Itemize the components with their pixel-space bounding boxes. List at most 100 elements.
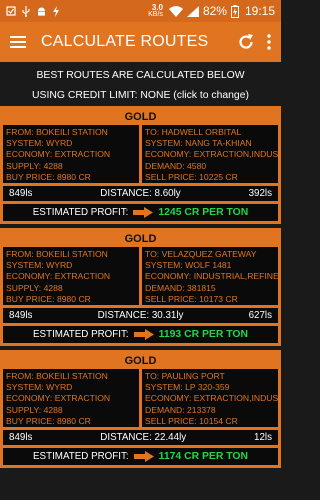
from-supply-row: SUPPLY: 4288 bbox=[6, 405, 136, 416]
route-list: GOLD FROM: BOKEILI STATION SYSTEM: WYRD … bbox=[0, 106, 281, 468]
to-sell-price-value: 10225 CR bbox=[199, 171, 238, 182]
to-label: TO: bbox=[145, 371, 160, 381]
from-label: FROM: bbox=[6, 371, 34, 381]
profit-label: ESTIMATED PROFIT: bbox=[32, 207, 129, 218]
from-buy-price-row: BUY PRICE: 8980 CR bbox=[6, 416, 136, 427]
distance-label: DISTANCE: bbox=[100, 432, 152, 443]
battery-percent: 82% bbox=[202, 4, 227, 18]
to-label: TO: bbox=[145, 249, 160, 259]
route-card[interactable]: GOLD FROM: BOKEILI STATION SYSTEM: WYRD … bbox=[0, 106, 281, 224]
route-card[interactable]: GOLD FROM: BOKEILI STATION SYSTEM: WYRD … bbox=[0, 350, 281, 468]
stations: FROM: BOKEILI STATION SYSTEM: WYRD ECONO… bbox=[3, 247, 278, 305]
to-system-row: SYSTEM: WOLF 1481 bbox=[145, 260, 275, 271]
arrow-right-icon bbox=[133, 451, 154, 462]
to-economy-value: INDUSTRIAL,REFINER bbox=[193, 271, 278, 282]
from-buy-price-row: BUY PRICE: 8980 CR bbox=[6, 294, 136, 305]
page-title: CALCULATE ROUTES bbox=[41, 33, 209, 50]
distance-label: DISTANCE: bbox=[97, 310, 150, 321]
from-economy-row: ECONOMY: EXTRACTION bbox=[6, 393, 136, 404]
to-station-name: HADWELL ORBITAL bbox=[161, 127, 242, 137]
stations: FROM: BOKEILI STATION SYSTEM: WYRD ECONO… bbox=[3, 125, 278, 183]
supply-label: SUPPLY: bbox=[6, 404, 42, 415]
from-system-value: WYRD bbox=[46, 138, 73, 149]
from-system-row: SYSTEM: WYRD bbox=[6, 260, 136, 271]
distance-row: 849ls DISTANCE: 8.60ly 392ls bbox=[3, 183, 278, 201]
route-body: FROM: BOKEILI STATION SYSTEM: WYRD ECONO… bbox=[3, 247, 278, 343]
economy-label: ECONOMY: bbox=[6, 149, 53, 160]
from-supply-value: 4288 bbox=[43, 160, 63, 171]
to-station-panel: TO: HADWELL ORBITAL SYSTEM: NANG TA-KHIA… bbox=[142, 125, 278, 183]
to-system-row: SYSTEM: NANG TA-KHIAN bbox=[145, 138, 275, 149]
route-distance: DISTANCE: 22.44ly bbox=[100, 432, 186, 443]
to-economy-value: EXTRACTION,INDUST bbox=[193, 149, 278, 160]
from-label: FROM: bbox=[6, 249, 34, 259]
to-station-row: TO: PAULING PORT bbox=[145, 371, 275, 382]
from-star-distance: 849ls bbox=[9, 188, 33, 199]
from-buy-price-value: 8980 CR bbox=[56, 293, 91, 304]
to-system-row: SYSTEM: LP 320-359 bbox=[145, 382, 275, 393]
supply-label: SUPPLY: bbox=[6, 160, 42, 171]
status-left bbox=[6, 5, 60, 17]
system-label: SYSTEM: bbox=[145, 260, 183, 271]
profit-value: 1174 CR PER TON bbox=[158, 451, 248, 462]
route-body: FROM: BOKEILI STATION SYSTEM: WYRD ECONO… bbox=[3, 369, 278, 465]
refresh-icon[interactable] bbox=[237, 33, 255, 51]
sell-price-label: SELL PRICE: bbox=[145, 171, 197, 182]
from-system-value: WYRD bbox=[46, 382, 73, 393]
stations: FROM: BOKEILI STATION SYSTEM: WYRD ECONO… bbox=[3, 369, 278, 427]
profit-label: ESTIMATED PROFIT: bbox=[33, 451, 129, 462]
route-distance: DISTANCE: 30.31ly bbox=[98, 310, 184, 321]
to-demand-row: DEMAND: 4580 bbox=[145, 161, 275, 172]
from-station-row: FROM: BOKEILI STATION bbox=[6, 371, 136, 382]
demand-label: DEMAND: bbox=[145, 404, 185, 415]
to-star-distance: 392ls bbox=[248, 188, 272, 199]
from-system-value: WYRD bbox=[46, 260, 73, 271]
to-sell-price-row: SELL PRICE: 10154 CR bbox=[145, 416, 275, 427]
signal-icon bbox=[186, 5, 199, 17]
to-label: TO: bbox=[145, 127, 160, 137]
from-economy-value: EXTRACTION bbox=[54, 393, 111, 404]
commodity-name: GOLD bbox=[124, 233, 157, 245]
app-bar: CALCULATE ROUTES bbox=[0, 22, 281, 62]
from-label: FROM: bbox=[6, 127, 34, 137]
profit-row: ESTIMATED PROFIT: 1245 CR PER TON bbox=[3, 201, 278, 221]
from-supply-row: SUPPLY: 4288 bbox=[6, 283, 136, 294]
route-distance: DISTANCE: 8.60ly bbox=[100, 188, 180, 199]
distance-value: 30.31ly bbox=[151, 310, 184, 321]
to-demand-row: DEMAND: 381815 bbox=[145, 283, 275, 294]
to-demand-value: 4580 bbox=[187, 160, 207, 171]
menu-icon[interactable] bbox=[10, 36, 26, 48]
from-supply-row: SUPPLY: 4288 bbox=[6, 161, 136, 172]
from-economy-value: EXTRACTION bbox=[54, 149, 111, 160]
app-actions bbox=[237, 33, 271, 51]
credit-limit-link[interactable]: USING CREDIT LIMIT: NONE (click to chang… bbox=[0, 86, 281, 106]
economy-label: ECONOMY: bbox=[6, 271, 53, 282]
wifi-icon bbox=[168, 5, 183, 17]
to-system-value: WOLF 1481 bbox=[185, 260, 232, 271]
route-card[interactable]: GOLD FROM: BOKEILI STATION SYSTEM: WYRD … bbox=[0, 228, 281, 346]
overflow-menu-icon[interactable] bbox=[267, 34, 271, 50]
demand-label: DEMAND: bbox=[145, 282, 185, 293]
from-station-row: FROM: BOKEILI STATION bbox=[6, 127, 136, 138]
distance-label: DISTANCE: bbox=[100, 188, 152, 199]
from-station-panel: FROM: BOKEILI STATION SYSTEM: WYRD ECONO… bbox=[3, 369, 139, 427]
to-sell-price-value: 10173 CR bbox=[199, 293, 238, 304]
status-right: 3.0 KB/s 82% 19:15 bbox=[148, 4, 275, 19]
distance-row: 849ls DISTANCE: 30.31ly 627ls bbox=[3, 305, 278, 323]
to-economy-value: EXTRACTION,INDUSTR bbox=[193, 393, 278, 404]
route-body: FROM: BOKEILI STATION SYSTEM: WYRD ECONO… bbox=[3, 125, 278, 221]
from-station-name: BOKEILI STATION bbox=[36, 249, 108, 259]
to-star-distance: 12ls bbox=[254, 432, 272, 443]
buy-price-label: BUY PRICE: bbox=[6, 415, 55, 426]
from-star-distance: 849ls bbox=[9, 432, 33, 443]
to-economy-row: ECONOMY: INDUSTRIAL,REFINER bbox=[145, 271, 278, 282]
system-label: SYSTEM: bbox=[145, 138, 183, 149]
sell-price-label: SELL PRICE: bbox=[145, 415, 197, 426]
to-station-row: TO: VELAZQUEZ GATEWAY bbox=[145, 249, 275, 260]
android-icon bbox=[36, 6, 47, 17]
distance-row: 849ls DISTANCE: 22.44ly 12ls bbox=[3, 427, 278, 445]
network-speed: 3.0 KB/s bbox=[148, 4, 163, 19]
lightning-icon bbox=[52, 5, 60, 17]
arrow-right-icon bbox=[133, 207, 154, 218]
economy-label: ECONOMY: bbox=[145, 149, 192, 160]
